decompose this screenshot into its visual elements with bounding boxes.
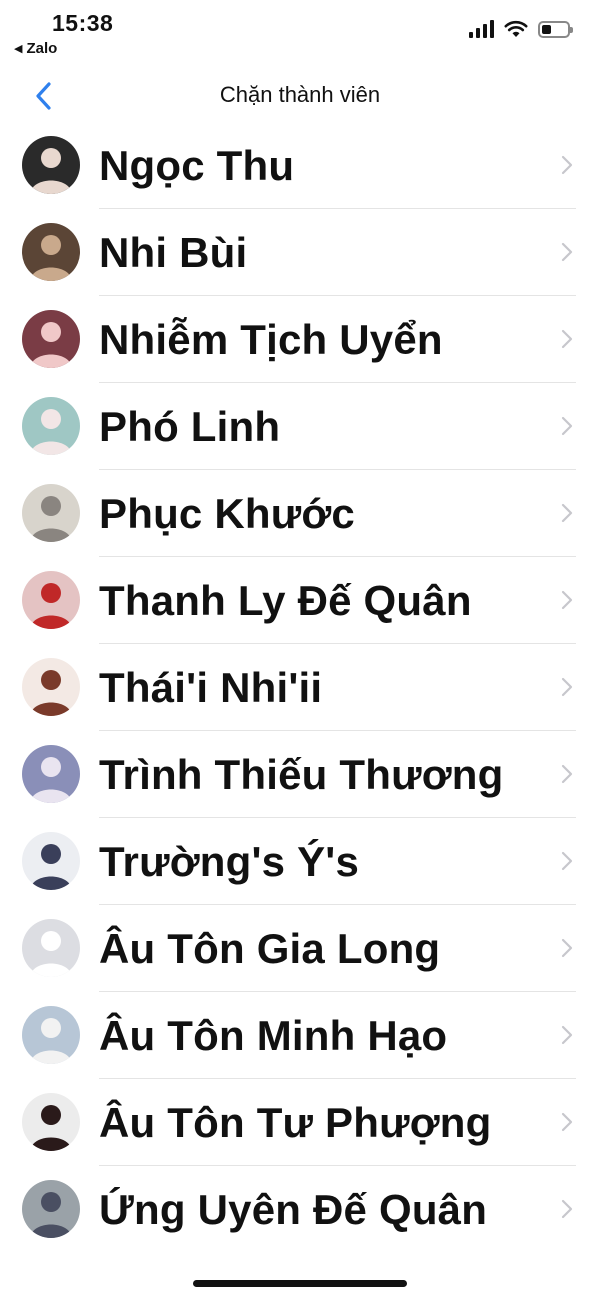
status-time: 15:38 [52,10,114,36]
chevron-right-icon [560,241,574,263]
member-row[interactable]: Thái'i Nhi'ii [0,644,600,731]
member-avatar [22,832,80,890]
member-row[interactable]: Phó Linh [0,383,600,470]
chevron-right-icon [560,1024,574,1046]
member-row[interactable]: Trình Thiếu Thương [0,731,600,818]
member-avatar [22,745,80,803]
member-avatar [22,397,80,455]
member-row[interactable]: Âu Tôn Minh Hạo [0,992,600,1079]
member-name: Trình Thiếu Thương [99,751,504,798]
page-title: Chặn thành viên [219,82,381,107]
member-name: Âu Tôn Minh Hạo [99,1012,448,1059]
member-avatar [22,919,80,977]
chevron-right-icon [560,763,574,785]
member-name: Ứng Uyên Đế Quân [99,1186,488,1233]
member-avatar [22,310,80,368]
member-row[interactable]: Trường's Ý's [0,818,600,905]
member-avatar [22,484,80,542]
chevron-right-icon [560,676,574,698]
nav-bar: Chặn thành viên [0,62,600,128]
member-avatar [22,223,80,281]
member-name: Trường's Ý's [99,838,360,885]
member-row[interactable]: Ngọc Thu [0,122,600,209]
member-avatar [22,658,80,716]
member-row[interactable]: Phục Khước [0,470,600,557]
member-name: Nhi Bùi [99,229,248,276]
member-row[interactable]: Nhi Bùi [0,209,600,296]
back-to-app-link[interactable]: ◀ Zalo [14,40,57,57]
member-name: Âu Tôn Tư Phượng [99,1099,492,1146]
back-app-label: Zalo [26,40,58,57]
battery-icon [538,20,573,38]
member-name: Âu Tôn Gia Long [99,925,441,972]
chevron-right-icon [560,154,574,176]
cellular-signal-icon [469,20,494,38]
member-row[interactable]: Nhiễm Tịch Uyển [0,296,600,383]
member-name: Phó Linh [99,403,281,450]
member-avatar [22,571,80,629]
member-row[interactable]: Âu Tôn Gia Long [0,905,600,992]
member-row[interactable]: Thanh Ly Đế Quân [0,557,600,644]
blocked-members-list: Ngọc Thu Nhi Bùi Nhiễm Tịch Uyển Phó Linh Ph… [0,122,600,1253]
chevron-right-icon [560,328,574,350]
chevron-right-icon [560,1198,574,1220]
member-avatar [22,1006,80,1064]
member-name: Thái'i Nhi'ii [99,664,323,711]
status-bar: 15:38 ◀ Zalo [0,0,600,62]
member-name: Thanh Ly Đế Quân [99,577,472,624]
wifi-icon [504,20,528,37]
chevron-right-icon [560,850,574,872]
member-avatar [22,1180,80,1238]
chevron-right-icon [560,589,574,611]
member-avatar [22,136,80,194]
member-name: Phục Khước [99,490,355,537]
member-name: Ngọc Thu [99,142,295,189]
chevron-right-icon [560,502,574,524]
status-icons [469,20,573,38]
chevron-right-icon [560,415,574,437]
member-row[interactable]: Ứng Uyên Đế Quân [0,1166,600,1253]
chevron-right-icon [560,937,574,959]
member-avatar [22,1093,80,1151]
chevron-right-icon [560,1111,574,1133]
home-indicator[interactable] [193,1280,407,1287]
member-name: Nhiễm Tịch Uyển [99,316,443,363]
member-row[interactable]: Âu Tôn Tư Phượng [0,1079,600,1166]
back-triangle-icon: ◀ [14,43,23,55]
